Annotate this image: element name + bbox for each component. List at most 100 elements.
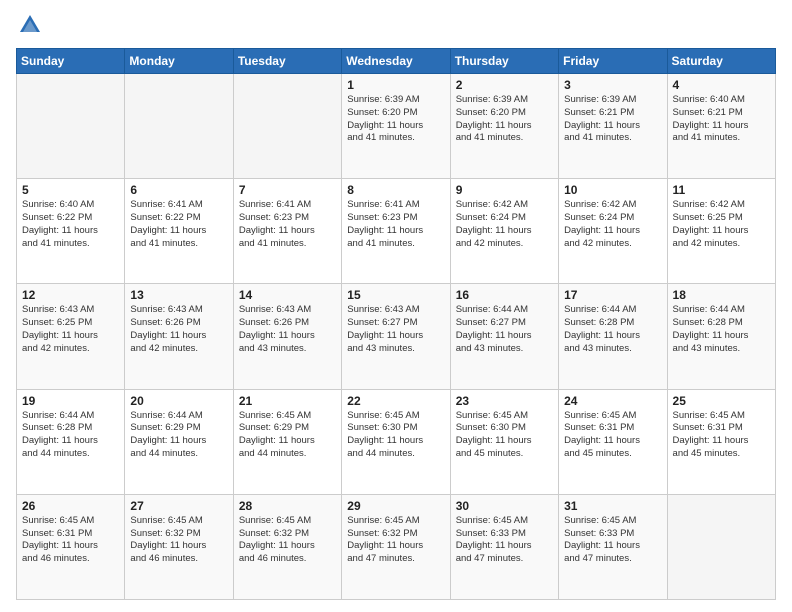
calendar-cell: 21 Sunrise: 6:45 AM Sunset: 6:29 PM Dayli… [233, 389, 341, 494]
day-info: Sunrise: 6:45 AM Sunset: 6:32 PM Dayligh… [347, 515, 444, 566]
day-info: Sunrise: 6:41 AM Sunset: 6:23 PM Dayligh… [347, 199, 444, 250]
day-info: Sunrise: 6:45 AM Sunset: 6:30 PM Dayligh… [456, 410, 553, 461]
calendar-cell [17, 74, 125, 179]
weekday-header-thursday: Thursday [450, 49, 558, 74]
calendar-cell: 13 Sunrise: 6:43 AM Sunset: 6:26 PM Dayli… [125, 284, 233, 389]
day-number: 19 [22, 394, 119, 408]
calendar-cell: 27Sunrise: 6:45 AM Sunset: 6:32 PM Dayli… [125, 494, 233, 599]
week-row-1: 5 Sunrise: 6:40 AM Sunset: 6:22 PM Daylig… [17, 179, 776, 284]
week-row-0: 1 Sunrise: 6:39 AM Sunset: 6:20 PM Daylig… [17, 74, 776, 179]
week-row-2: 12Sunrise: 6:43 AM Sunset: 6:25 PM Dayli… [17, 284, 776, 389]
calendar-cell: 19 Sunrise: 6:44 AM Sunset: 6:28 PM Dayli… [17, 389, 125, 494]
calendar-cell: 24Sunrise: 6:45 AM Sunset: 6:31 PM Dayli… [559, 389, 667, 494]
calendar-table: SundayMondayTuesdayWednesdayThursdayFrid… [16, 48, 776, 600]
day-number: 5 [22, 183, 119, 197]
day-info: Sunrise: 6:44 AM Sunset: 6:29 PM Dayligh… [130, 410, 227, 461]
day-number: 1 [347, 78, 444, 92]
day-number: 20 [130, 394, 227, 408]
day-info: Sunrise: 6:43 AM Sunset: 6:27 PM Dayligh… [347, 304, 444, 355]
calendar-cell: 17 Sunrise: 6:44 AM Sunset: 6:28 PM Dayli… [559, 284, 667, 389]
day-number: 8 [347, 183, 444, 197]
day-info: Sunrise: 6:45 AM Sunset: 6:32 PM Dayligh… [239, 515, 336, 566]
day-info: Sunrise: 6:41 AM Sunset: 6:22 PM Dayligh… [130, 199, 227, 250]
day-info: Sunrise: 6:44 AM Sunset: 6:28 PM Dayligh… [22, 410, 119, 461]
day-info: Sunrise: 6:45 AM Sunset: 6:29 PM Dayligh… [239, 410, 336, 461]
day-number: 4 [673, 78, 770, 92]
weekday-header-saturday: Saturday [667, 49, 775, 74]
day-info: Sunrise: 6:45 AM Sunset: 6:33 PM Dayligh… [456, 515, 553, 566]
day-info: Sunrise: 6:40 AM Sunset: 6:21 PM Dayligh… [673, 94, 770, 145]
calendar-cell: 10Sunrise: 6:42 AM Sunset: 6:24 PM Dayli… [559, 179, 667, 284]
logo [16, 12, 48, 40]
calendar-cell: 26 Sunrise: 6:45 AM Sunset: 6:31 PM Dayli… [17, 494, 125, 599]
calendar-cell: 30 Sunrise: 6:45 AM Sunset: 6:33 PM Dayli… [450, 494, 558, 599]
calendar-cell: 20 Sunrise: 6:44 AM Sunset: 6:29 PM Dayli… [125, 389, 233, 494]
weekday-header-friday: Friday [559, 49, 667, 74]
day-info: Sunrise: 6:45 AM Sunset: 6:30 PM Dayligh… [347, 410, 444, 461]
calendar-cell [233, 74, 341, 179]
calendar-cell: 1 Sunrise: 6:39 AM Sunset: 6:20 PM Daylig… [342, 74, 450, 179]
weekday-header-tuesday: Tuesday [233, 49, 341, 74]
day-number: 17 [564, 288, 661, 302]
calendar-cell [125, 74, 233, 179]
day-info: Sunrise: 6:44 AM Sunset: 6:28 PM Dayligh… [673, 304, 770, 355]
day-info: Sunrise: 6:45 AM Sunset: 6:31 PM Dayligh… [564, 410, 661, 461]
day-number: 29 [347, 499, 444, 513]
day-number: 26 [22, 499, 119, 513]
day-info: Sunrise: 6:42 AM Sunset: 6:25 PM Dayligh… [673, 199, 770, 250]
day-info: Sunrise: 6:39 AM Sunset: 6:20 PM Dayligh… [456, 94, 553, 145]
day-info: Sunrise: 6:45 AM Sunset: 6:31 PM Dayligh… [22, 515, 119, 566]
calendar-cell: 31Sunrise: 6:45 AM Sunset: 6:33 PM Dayli… [559, 494, 667, 599]
day-info: Sunrise: 6:45 AM Sunset: 6:31 PM Dayligh… [673, 410, 770, 461]
day-info: Sunrise: 6:44 AM Sunset: 6:27 PM Dayligh… [456, 304, 553, 355]
weekday-header-row: SundayMondayTuesdayWednesdayThursdayFrid… [17, 49, 776, 74]
day-number: 14 [239, 288, 336, 302]
calendar-cell [667, 494, 775, 599]
day-info: Sunrise: 6:41 AM Sunset: 6:23 PM Dayligh… [239, 199, 336, 250]
day-info: Sunrise: 6:40 AM Sunset: 6:22 PM Dayligh… [22, 199, 119, 250]
day-info: Sunrise: 6:43 AM Sunset: 6:26 PM Dayligh… [130, 304, 227, 355]
day-number: 3 [564, 78, 661, 92]
header [16, 12, 776, 40]
day-number: 30 [456, 499, 553, 513]
weekday-header-monday: Monday [125, 49, 233, 74]
calendar-cell: 29 Sunrise: 6:45 AM Sunset: 6:32 PM Dayli… [342, 494, 450, 599]
calendar-cell: 6 Sunrise: 6:41 AM Sunset: 6:22 PM Daylig… [125, 179, 233, 284]
day-number: 15 [347, 288, 444, 302]
day-info: Sunrise: 6:44 AM Sunset: 6:28 PM Dayligh… [564, 304, 661, 355]
calendar-cell: 7 Sunrise: 6:41 AM Sunset: 6:23 PM Daylig… [233, 179, 341, 284]
day-number: 6 [130, 183, 227, 197]
calendar-cell: 25Sunrise: 6:45 AM Sunset: 6:31 PM Dayli… [667, 389, 775, 494]
day-number: 22 [347, 394, 444, 408]
weekday-header-wednesday: Wednesday [342, 49, 450, 74]
calendar-cell: 28Sunrise: 6:45 AM Sunset: 6:32 PM Dayli… [233, 494, 341, 599]
weekday-header-sunday: Sunday [17, 49, 125, 74]
calendar-cell: 22 Sunrise: 6:45 AM Sunset: 6:30 PM Dayli… [342, 389, 450, 494]
day-number: 21 [239, 394, 336, 408]
calendar-cell: 11Sunrise: 6:42 AM Sunset: 6:25 PM Dayli… [667, 179, 775, 284]
calendar-cell: 8 Sunrise: 6:41 AM Sunset: 6:23 PM Daylig… [342, 179, 450, 284]
day-number: 13 [130, 288, 227, 302]
day-number: 7 [239, 183, 336, 197]
calendar-cell: 3 Sunrise: 6:39 AM Sunset: 6:21 PM Daylig… [559, 74, 667, 179]
day-info: Sunrise: 6:42 AM Sunset: 6:24 PM Dayligh… [564, 199, 661, 250]
calendar-cell: 14Sunrise: 6:43 AM Sunset: 6:26 PM Dayli… [233, 284, 341, 389]
week-row-4: 26 Sunrise: 6:45 AM Sunset: 6:31 PM Dayli… [17, 494, 776, 599]
day-info: Sunrise: 6:39 AM Sunset: 6:21 PM Dayligh… [564, 94, 661, 145]
week-row-3: 19 Sunrise: 6:44 AM Sunset: 6:28 PM Dayli… [17, 389, 776, 494]
calendar-cell: 2 Sunrise: 6:39 AM Sunset: 6:20 PM Daylig… [450, 74, 558, 179]
day-number: 9 [456, 183, 553, 197]
calendar-cell: 5 Sunrise: 6:40 AM Sunset: 6:22 PM Daylig… [17, 179, 125, 284]
day-number: 31 [564, 499, 661, 513]
calendar-cell: 4 Sunrise: 6:40 AM Sunset: 6:21 PM Daylig… [667, 74, 775, 179]
day-number: 16 [456, 288, 553, 302]
day-info: Sunrise: 6:42 AM Sunset: 6:24 PM Dayligh… [456, 199, 553, 250]
calendar-cell: 9 Sunrise: 6:42 AM Sunset: 6:24 PM Daylig… [450, 179, 558, 284]
day-info: Sunrise: 6:39 AM Sunset: 6:20 PM Dayligh… [347, 94, 444, 145]
day-number: 2 [456, 78, 553, 92]
calendar-cell: 12Sunrise: 6:43 AM Sunset: 6:25 PM Dayli… [17, 284, 125, 389]
day-number: 27 [130, 499, 227, 513]
calendar-cell: 18 Sunrise: 6:44 AM Sunset: 6:28 PM Dayli… [667, 284, 775, 389]
day-number: 18 [673, 288, 770, 302]
page: SundayMondayTuesdayWednesdayThursdayFrid… [0, 0, 792, 612]
